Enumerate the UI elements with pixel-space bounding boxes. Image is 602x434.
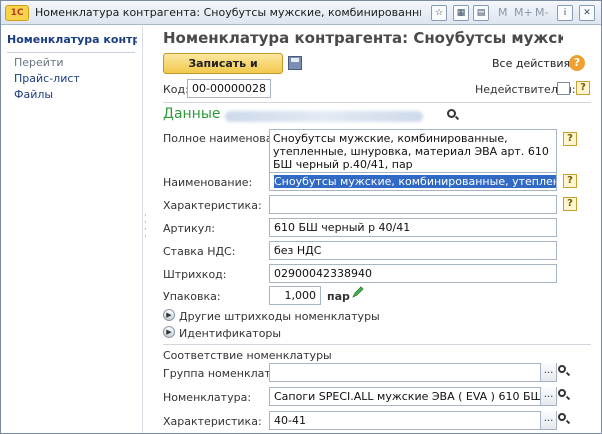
full-name-field[interactable]: Сноубутсы мужские, комбинированные, утеп… (269, 129, 557, 176)
barcode-field[interactable]: 02900042338940 (269, 264, 557, 283)
help-icon[interactable]: ? (569, 55, 585, 71)
nom-group-select-button[interactable]: ... (540, 363, 556, 381)
sidebar-divider (7, 52, 135, 53)
memory-minus-button[interactable]: M- (535, 6, 548, 19)
page-title: Номенклатура контрагента: Сноубутсы мужс… (163, 29, 563, 47)
splitter-grip[interactable]: · · · · (144, 212, 148, 242)
inactive-help-icon[interactable]: ? (576, 81, 590, 95)
code-label: Код: (163, 83, 189, 96)
app-window: 1C Номенклатура контрагента: Сноубутсы м… (0, 0, 602, 434)
characteristic-help-icon[interactable]: ? (563, 197, 577, 211)
form-area: Номенклатура контрагента: Сноубутсы мужс… (149, 26, 601, 433)
app-logo-icon[interactable]: 1C (5, 5, 29, 21)
sidebar: Номенклатура контрагента Перейти Прайс-л… (1, 26, 143, 433)
title-bar: 1C Номенклатура контрагента: Сноубутсы м… (1, 1, 601, 25)
calculator-icon[interactable]: ▦ (453, 5, 469, 21)
name-value: Сноубутсы мужские, комбинированные, утеп… (274, 175, 556, 188)
favorite-star-icon[interactable]: ☆ (431, 5, 447, 21)
inactive-checkbox[interactable] (557, 82, 570, 95)
name-field[interactable]: Сноубутсы мужские, комбинированные, утеп… (269, 172, 557, 191)
vat-field[interactable]: без НДС (269, 241, 557, 260)
nom-group-field[interactable] (269, 363, 557, 382)
calendar-icon[interactable]: ▤ (473, 5, 489, 21)
save-and-close-button[interactable]: Записать и закрыть (163, 53, 283, 89)
sidebar-title[interactable]: Номенклатура контрагента (7, 33, 137, 46)
mapping-section-title: Соответствие номенклатуры (163, 349, 332, 362)
data-section-title: Данные (163, 106, 221, 122)
article-label: Артикул: (163, 222, 215, 235)
nomenclature-search-icon[interactable] (558, 389, 566, 397)
name-label: Наименование: (163, 176, 253, 189)
close-icon[interactable]: ✕ (579, 5, 595, 21)
full-name-help-icon[interactable]: ? (563, 132, 577, 146)
name-help-icon[interactable]: ? (563, 174, 577, 188)
other-barcodes-group[interactable]: Другие штрихкоды номенклатуры (179, 310, 380, 323)
divider (163, 102, 591, 103)
memory-m-button[interactable]: M (498, 6, 508, 19)
package-field[interactable]: 1,000 (269, 286, 321, 305)
sidebar-item-price-list[interactable]: Прайс-лист (14, 72, 80, 85)
info-icon[interactable]: i (557, 5, 573, 21)
divider (163, 344, 591, 345)
barcode-label: Штрихкод: (163, 268, 227, 281)
nom-group-search-icon[interactable] (558, 365, 566, 373)
nomenclature-select-button[interactable]: ... (540, 387, 556, 405)
save-disk-icon[interactable] (288, 56, 302, 70)
nomenclature-label: Номенклатура: (163, 391, 252, 404)
edit-pencil-icon[interactable] (352, 286, 364, 298)
characteristic2-search-icon[interactable] (558, 413, 566, 421)
characteristic2-select-button[interactable]: ... (540, 411, 556, 429)
expand-identifiers-icon[interactable]: ▶ (163, 326, 175, 338)
package-unit: пар (327, 290, 350, 303)
characteristic-field[interactable] (269, 195, 557, 214)
magnifier-icon[interactable] (447, 109, 456, 118)
characteristic2-label: Характеристика: (163, 415, 262, 428)
vat-label: Ставка НДС: (163, 245, 236, 258)
characteristic-label: Характеристика: (163, 199, 262, 212)
package-label: Упаковка: (163, 290, 221, 303)
article-field[interactable]: 610 БШ черный р 40/41 (269, 218, 557, 237)
identifiers-group[interactable]: Идентификаторы (179, 327, 281, 340)
characteristic2-field[interactable]: 40-41 (269, 411, 557, 430)
nomenclature-field[interactable]: Сапоги SPECI.ALL мужские ЭВА ( EVA ) 610… (269, 387, 557, 406)
expand-other-barcodes-icon[interactable]: ▶ (163, 309, 175, 321)
window-title: Номенклатура контрагента: Сноубутсы мужс… (35, 6, 421, 19)
blurred-counterparty-name (225, 111, 423, 122)
code-field[interactable]: 00-00000028 (187, 79, 271, 98)
memory-plus-button[interactable]: M+ (514, 6, 533, 19)
all-actions-menu[interactable]: Все действия ▾ (492, 57, 579, 70)
sidebar-item-files[interactable]: Файлы (14, 88, 53, 101)
sidebar-goto-heading: Перейти (14, 56, 64, 69)
